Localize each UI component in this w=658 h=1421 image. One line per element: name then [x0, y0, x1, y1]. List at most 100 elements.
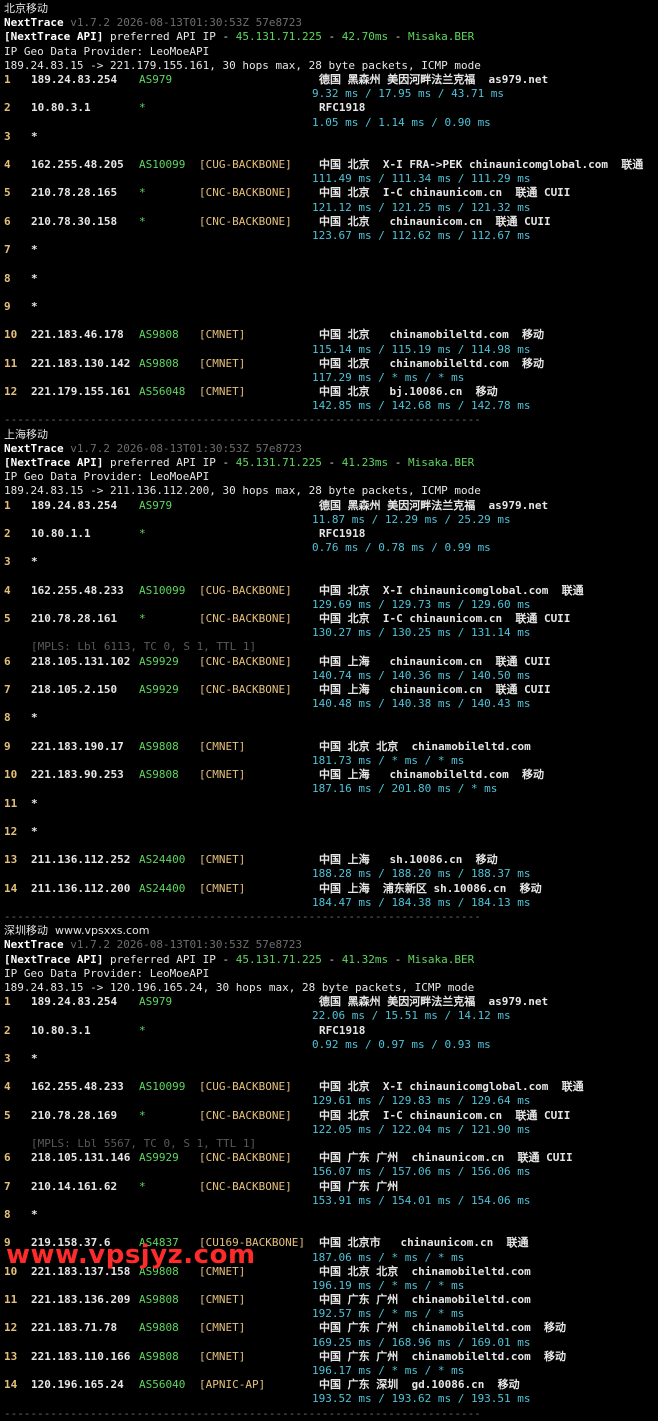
hop-rtt: 129.69 ms / 129.73 ms / 129.60 ms [312, 597, 531, 611]
hop-rtt-line: 22.06 ms / 15.51 ms / 14.12 ms [4, 1009, 658, 1023]
hop-tag: [CNC-BACKBONE] [199, 1108, 292, 1122]
hop-asn [139, 130, 199, 144]
hop-ip: 162.255.48.205 [31, 158, 124, 172]
hop-ip: * [31, 711, 38, 725]
hop-geo: 中国 上海 chinamobileltd.com 移动 [319, 768, 544, 782]
hop-ip: 221.183.46.178 [31, 328, 124, 342]
hop-row: 3 * [4, 130, 658, 144]
hop-number: 12 [4, 1321, 18, 1335]
hop-geo: 中国 广东 广州 chinaunicom.cn 联通 CUII [319, 1151, 573, 1165]
hop-number: 4 [4, 158, 11, 172]
api-latency: 42.70ms [341, 30, 389, 44]
api-dash: - [321, 456, 342, 469]
hop-number: 11 [4, 796, 18, 810]
hop-tag [199, 797, 319, 811]
hop-tag [199, 101, 319, 115]
hop-row: 4 162.255.48.233 AS10099 [CUG-BACKBONE] 中国 北… [4, 1080, 658, 1094]
hop-rtt-line: 187.16 ms / 201.80 ms / * ms [4, 782, 658, 796]
hop-asn: * [139, 186, 146, 200]
hop-tag [199, 825, 319, 839]
hop-rtt: 193.52 ms / 193.62 ms / 193.51 ms [312, 1392, 531, 1406]
hop-ip: * [31, 243, 38, 257]
geo-provider: IP Geo Data Provider: LeoMoeAPI [4, 470, 210, 484]
hop-rtt-line: 169.25 ms / 168.96 ms / 169.01 ms [4, 1336, 658, 1350]
hop-rtt: 1.05 ms / 1.14 ms / 0.90 ms [312, 115, 491, 129]
hop-asn: AS24400 [139, 853, 186, 867]
hop-number: 5 [4, 186, 11, 200]
api-node: Misaka.BER [408, 456, 475, 469]
hop-rtt: 169.25 ms / 168.96 ms / 169.01 ms [312, 1335, 531, 1349]
hop-number: 14 [4, 1378, 18, 1392]
hop-rtt-line: 193.52 ms / 193.62 ms / 193.51 ms [4, 1392, 658, 1406]
hop-rtt-line: 0.76 ms / 0.78 ms / 0.99 ms [4, 541, 658, 555]
hop-row: 3 * [4, 1052, 658, 1066]
hop-row: 5 210.78.28.161 * [CNC-BACKBONE] 中国 北京 I-C c… [4, 612, 658, 626]
hop-asn [139, 300, 199, 314]
hop-asn: AS9808 [139, 356, 179, 370]
hop-rtt-line: 129.69 ms / 129.73 ms / 129.60 ms [4, 598, 658, 612]
hop-tag: [CMNET] [199, 1293, 246, 1307]
section-title-text: 深圳移动 www.vpsxxs.com [4, 924, 150, 938]
hop-tag [199, 243, 319, 257]
hop-tag: [CMNET] [199, 853, 246, 867]
hop-rtt: 184.47 ms / 184.38 ms / 184.13 ms [312, 895, 531, 909]
hop-number: 1 [4, 72, 11, 86]
api-dash: - [388, 456, 408, 469]
separator-line: ----------------------------------------… [4, 1407, 658, 1421]
api-prefix: [NextTrace API] [4, 30, 104, 44]
hop-ip: 210.78.30.158 [31, 214, 118, 228]
api-line: [NextTrace API] preferred API IP - 45.13… [4, 953, 658, 967]
hop-tag [199, 711, 319, 725]
hop-number: 8 [4, 711, 11, 725]
hop-ip: 210.78.28.161 [31, 612, 118, 626]
hop-tag: [CNC-BACKBONE] [199, 1151, 292, 1165]
trace-header: 189.24.83.15 -> 120.196.165.24, 30 hops … [4, 980, 475, 994]
hop-asn: AS9808 [139, 1293, 179, 1307]
hop-row: 2 10.80.1.1 * RFC1918 [4, 527, 658, 541]
hop-number: 5 [4, 612, 11, 626]
hop-row: 11 221.183.136.209 AS9808 [CMNET] 中国 广东 广州 c… [4, 1293, 658, 1307]
hop-rtt: 187.06 ms / * ms / * ms [312, 1250, 465, 1264]
hop-asn: AS56048 [139, 385, 186, 399]
hop-asn: * [139, 1108, 146, 1122]
hop-rtt-line: 121.12 ms / 121.25 ms / 121.32 ms [4, 201, 658, 215]
hop-rtt: 22.06 ms / 15.51 ms / 14.12 ms [312, 1009, 511, 1023]
geo-provider-line: IP Geo Data Provider: LeoMoeAPI [4, 45, 658, 59]
hop-row: 13 211.136.112.252 AS24400 [CMNET] 中国 上海 sh.… [4, 853, 658, 867]
hop-ip: * [31, 1207, 38, 1221]
hop-ip: 218.105.131.146 [31, 1151, 131, 1165]
hop-rtt-line: 1.05 ms / 1.14 ms / 0.90 ms [4, 116, 658, 130]
hop-asn [139, 797, 199, 811]
hop-rtt-line [4, 570, 658, 584]
hop-row: 12 * [4, 825, 658, 839]
trace-header-line: 189.24.83.15 -> 221.179.155.161, 30 hops… [4, 59, 658, 73]
hop-rtt-line: 196.19 ms / * ms / * ms [4, 1279, 658, 1293]
hop-rtt-line: 129.61 ms / 129.83 ms / 129.64 ms [4, 1094, 658, 1108]
hop-ip: 211.136.112.200 [31, 881, 131, 895]
hop-rtt: 192.57 ms / * ms / * ms [312, 1307, 465, 1321]
hop-rtt: 142.85 ms / 142.68 ms / 142.78 ms [312, 399, 531, 413]
hop-geo: 中国 北京 bj.10086.cn 移动 [319, 385, 498, 399]
hop-asn: AS9808 [139, 328, 179, 342]
hop-ip: 218.105.2.150 [31, 683, 118, 696]
hop-number: 6 [4, 654, 11, 668]
hop-row: 12 221.183.71.78 AS9808 [CMNET] 中国 广东 广州 chi… [4, 1321, 658, 1335]
tool-version-line: NextTrace v1.7.2 2026-08-13T01:30:53Z 57… [4, 938, 658, 952]
separator: ----------------------------------------… [4, 413, 481, 427]
hop-tag: [CMNET] [199, 1321, 246, 1335]
api-ip: 45.131.71.225 [235, 30, 322, 44]
hop-tag: [CMNET] [199, 768, 246, 782]
hop-geo: RFC1918 [319, 101, 366, 115]
hop-row: 9 * [4, 300, 658, 314]
trace-header: 189.24.83.15 -> 221.179.155.161, 30 hops… [4, 58, 481, 72]
api-dash: - [388, 952, 408, 966]
mpls-line: [MPLS: Lbl 6113, TC 0, S 1, TTL 1] [4, 640, 658, 654]
tool-name: NextTrace [4, 441, 64, 455]
hop-tag: [APNIC-AP] [199, 1378, 266, 1392]
hop-row: 10 221.183.90.253 AS9808 [CMNET] 中国 上海 china… [4, 768, 658, 782]
hop-rtt: 196.17 ms / * ms / * ms [312, 1364, 465, 1377]
hop-rtt: 117.29 ms / * ms / * ms [312, 370, 465, 384]
api-text: preferred API IP - [103, 952, 236, 966]
trace-header: 189.24.83.15 -> 211.136.112.200, 30 hops… [4, 484, 481, 498]
hop-rtt: 0.92 ms / 0.97 ms / 0.93 ms [312, 1037, 491, 1051]
